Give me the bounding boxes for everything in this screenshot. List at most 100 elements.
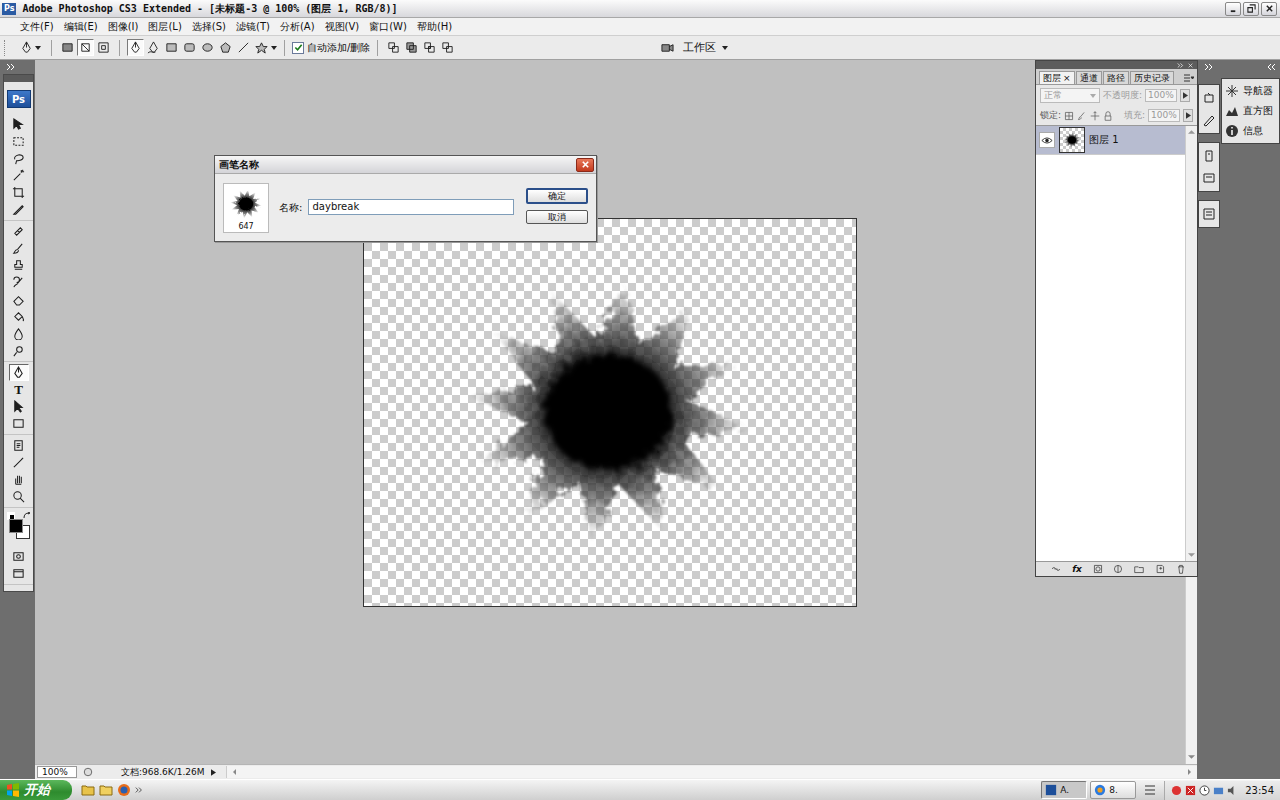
ps-logo[interactable]: Ps: [7, 90, 31, 108]
panel-tab[interactable]: 路径: [1103, 71, 1129, 84]
tool-button[interactable]: [9, 150, 29, 167]
scroll-left-icon[interactable]: [231, 769, 238, 775]
menu-item[interactable]: 滤镜(T): [236, 20, 270, 34]
layer-style-button[interactable]: fx: [1072, 564, 1082, 574]
minimize-button[interactable]: [1225, 2, 1241, 16]
tool-button[interactable]: [9, 116, 29, 133]
tool-button[interactable]: [9, 201, 29, 218]
layer-list-scrollbar[interactable]: [1185, 126, 1197, 561]
layer-footer-icon[interactable]: [1176, 564, 1186, 574]
panel-tab[interactable]: 历史记录: [1130, 71, 1174, 84]
volume-icon[interactable]: [1227, 785, 1238, 796]
dialog-title-bar[interactable]: 画笔名称: [215, 156, 596, 174]
shape-tool-button[interactable]: [199, 39, 216, 56]
layer-footer-icon[interactable]: [1051, 564, 1061, 574]
tool-preset-picker[interactable]: [16, 39, 44, 56]
visibility-toggle[interactable]: [1039, 132, 1055, 148]
dialog-close-button[interactable]: [576, 158, 594, 172]
tool-button[interactable]: [9, 488, 29, 505]
lock-option-icon[interactable]: [1077, 111, 1087, 121]
layer-footer-icon[interactable]: [1113, 564, 1123, 574]
shape-tool-button[interactable]: [253, 39, 270, 56]
tool-button[interactable]: [9, 184, 29, 201]
more-icon[interactable]: [135, 787, 143, 793]
tool-button[interactable]: [9, 342, 29, 359]
start-button[interactable]: 开始: [0, 780, 72, 800]
fill-field[interactable]: 100%: [1148, 109, 1180, 122]
tool-button[interactable]: [9, 398, 29, 415]
tool-button[interactable]: [9, 167, 29, 184]
combine-mode-button[interactable]: [439, 39, 456, 56]
menu-item[interactable]: 图层(L): [148, 20, 181, 34]
fill-slider-button[interactable]: [1183, 109, 1193, 122]
tool-button[interactable]: [9, 133, 29, 150]
zoom-field[interactable]: 100%: [37, 766, 77, 778]
scroll-down-icon[interactable]: [1188, 754, 1195, 760]
taskbar-task[interactable]: 8.: [1090, 781, 1136, 799]
tool-button[interactable]: [9, 274, 29, 291]
antivirus-icon[interactable]: [1171, 785, 1182, 796]
panel-menu-icon[interactable]: [1184, 74, 1194, 82]
menu-item[interactable]: 窗口(W): [369, 20, 407, 34]
panel-tab[interactable]: 通道: [1076, 71, 1102, 84]
checkbox-box[interactable]: [292, 42, 304, 54]
expand-icon[interactable]: [6, 64, 16, 70]
security-icon[interactable]: [1185, 785, 1196, 796]
dock-item[interactable]: 导航器: [1222, 81, 1279, 101]
dock-button[interactable]: [1200, 89, 1218, 107]
layer-row[interactable]: 图层 1: [1036, 126, 1185, 155]
menu-item[interactable]: 编辑(E): [64, 20, 98, 34]
opacity-field[interactable]: 100%: [1145, 89, 1177, 102]
tab-close-button[interactable]: ×: [1063, 72, 1071, 84]
bridge-button[interactable]: [659, 39, 676, 56]
folder-icon[interactable]: [81, 783, 95, 797]
shape-tool-button[interactable]: [127, 39, 144, 56]
options-grip[interactable]: [4, 40, 9, 56]
combine-mode-button[interactable]: [421, 39, 438, 56]
menu-item[interactable]: 选择(S): [192, 20, 226, 34]
combine-mode-button[interactable]: [403, 39, 420, 56]
tool-button[interactable]: [9, 325, 29, 342]
scroll-down-icon[interactable]: [1188, 552, 1195, 558]
canvas[interactable]: [363, 218, 857, 607]
name-input[interactable]: daybreak: [308, 199, 514, 215]
scroll-right-icon[interactable]: [1186, 769, 1193, 775]
tool-button[interactable]: [9, 240, 29, 257]
tool-button[interactable]: T: [9, 381, 29, 398]
dock-button[interactable]: [1200, 205, 1218, 223]
clock-icon[interactable]: [1199, 785, 1210, 796]
shape-tool-button[interactable]: [145, 39, 162, 56]
auto-add-delete-checkbox[interactable]: 自动添加/删除: [292, 41, 370, 55]
menu-item[interactable]: 分析(A): [280, 20, 315, 34]
tool-button[interactable]: [9, 364, 29, 381]
shape-tool-button[interactable]: [163, 39, 180, 56]
blend-mode-select[interactable]: 正常: [1040, 88, 1100, 103]
toolbox-grip[interactable]: [4, 75, 33, 82]
status-info-icon[interactable]: [83, 767, 93, 777]
foreground-color[interactable]: [9, 519, 23, 533]
tool-button[interactable]: [9, 454, 29, 471]
close-icon[interactable]: [1187, 63, 1194, 68]
tool-button[interactable]: [9, 437, 29, 454]
combine-mode-button[interactable]: [385, 39, 402, 56]
network-icon[interactable]: [1213, 785, 1224, 796]
path-mode-button[interactable]: [95, 39, 112, 56]
workspace-menu[interactable]: 工作区: [677, 40, 734, 55]
tool-button[interactable]: [9, 223, 29, 240]
tool-button[interactable]: [9, 415, 29, 432]
dock-item[interactable]: 信息: [1222, 121, 1279, 141]
path-mode-button[interactable]: [77, 39, 94, 56]
panel-title-bar[interactable]: [1036, 61, 1197, 69]
opacity-slider-button[interactable]: [1180, 89, 1190, 102]
close-button[interactable]: [1261, 2, 1277, 16]
path-mode-button[interactable]: [59, 39, 76, 56]
tool-button[interactable]: [9, 291, 29, 308]
status-menu-arrow-icon[interactable]: [211, 769, 216, 776]
scroll-up-icon[interactable]: [1188, 129, 1195, 135]
tool-button[interactable]: [9, 548, 29, 565]
language-bar-icon[interactable]: [1143, 783, 1157, 797]
dialog-button[interactable]: 取消: [526, 210, 588, 224]
menu-item[interactable]: 帮助(H): [417, 20, 452, 34]
menu-item[interactable]: 文件(F): [20, 20, 54, 34]
tool-button[interactable]: [9, 471, 29, 488]
